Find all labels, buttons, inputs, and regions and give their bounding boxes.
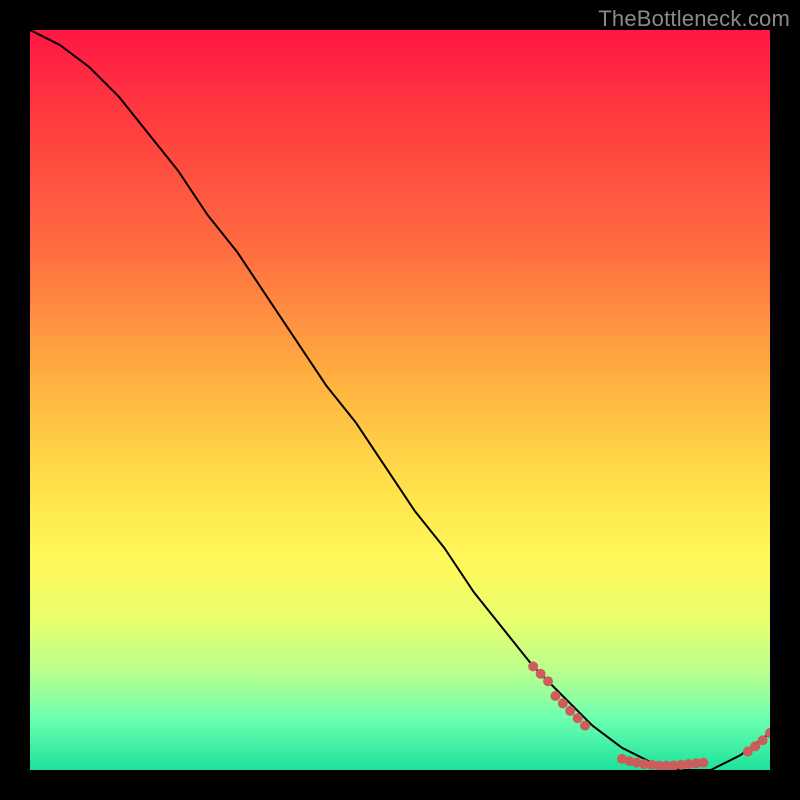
curve-line [30,30,770,770]
chart-svg [30,30,770,770]
data-point [550,691,560,701]
data-point [698,758,708,768]
data-point [565,706,575,716]
points-layer [528,661,770,770]
data-point [758,735,768,745]
data-point [573,713,583,723]
data-point [558,698,568,708]
plot-area [30,30,770,770]
data-point [580,721,590,731]
data-point [543,676,553,686]
watermark-label: TheBottleneck.com [598,6,790,32]
data-point [528,661,538,671]
chart-stage: TheBottleneck.com [0,0,800,800]
data-point [536,669,546,679]
